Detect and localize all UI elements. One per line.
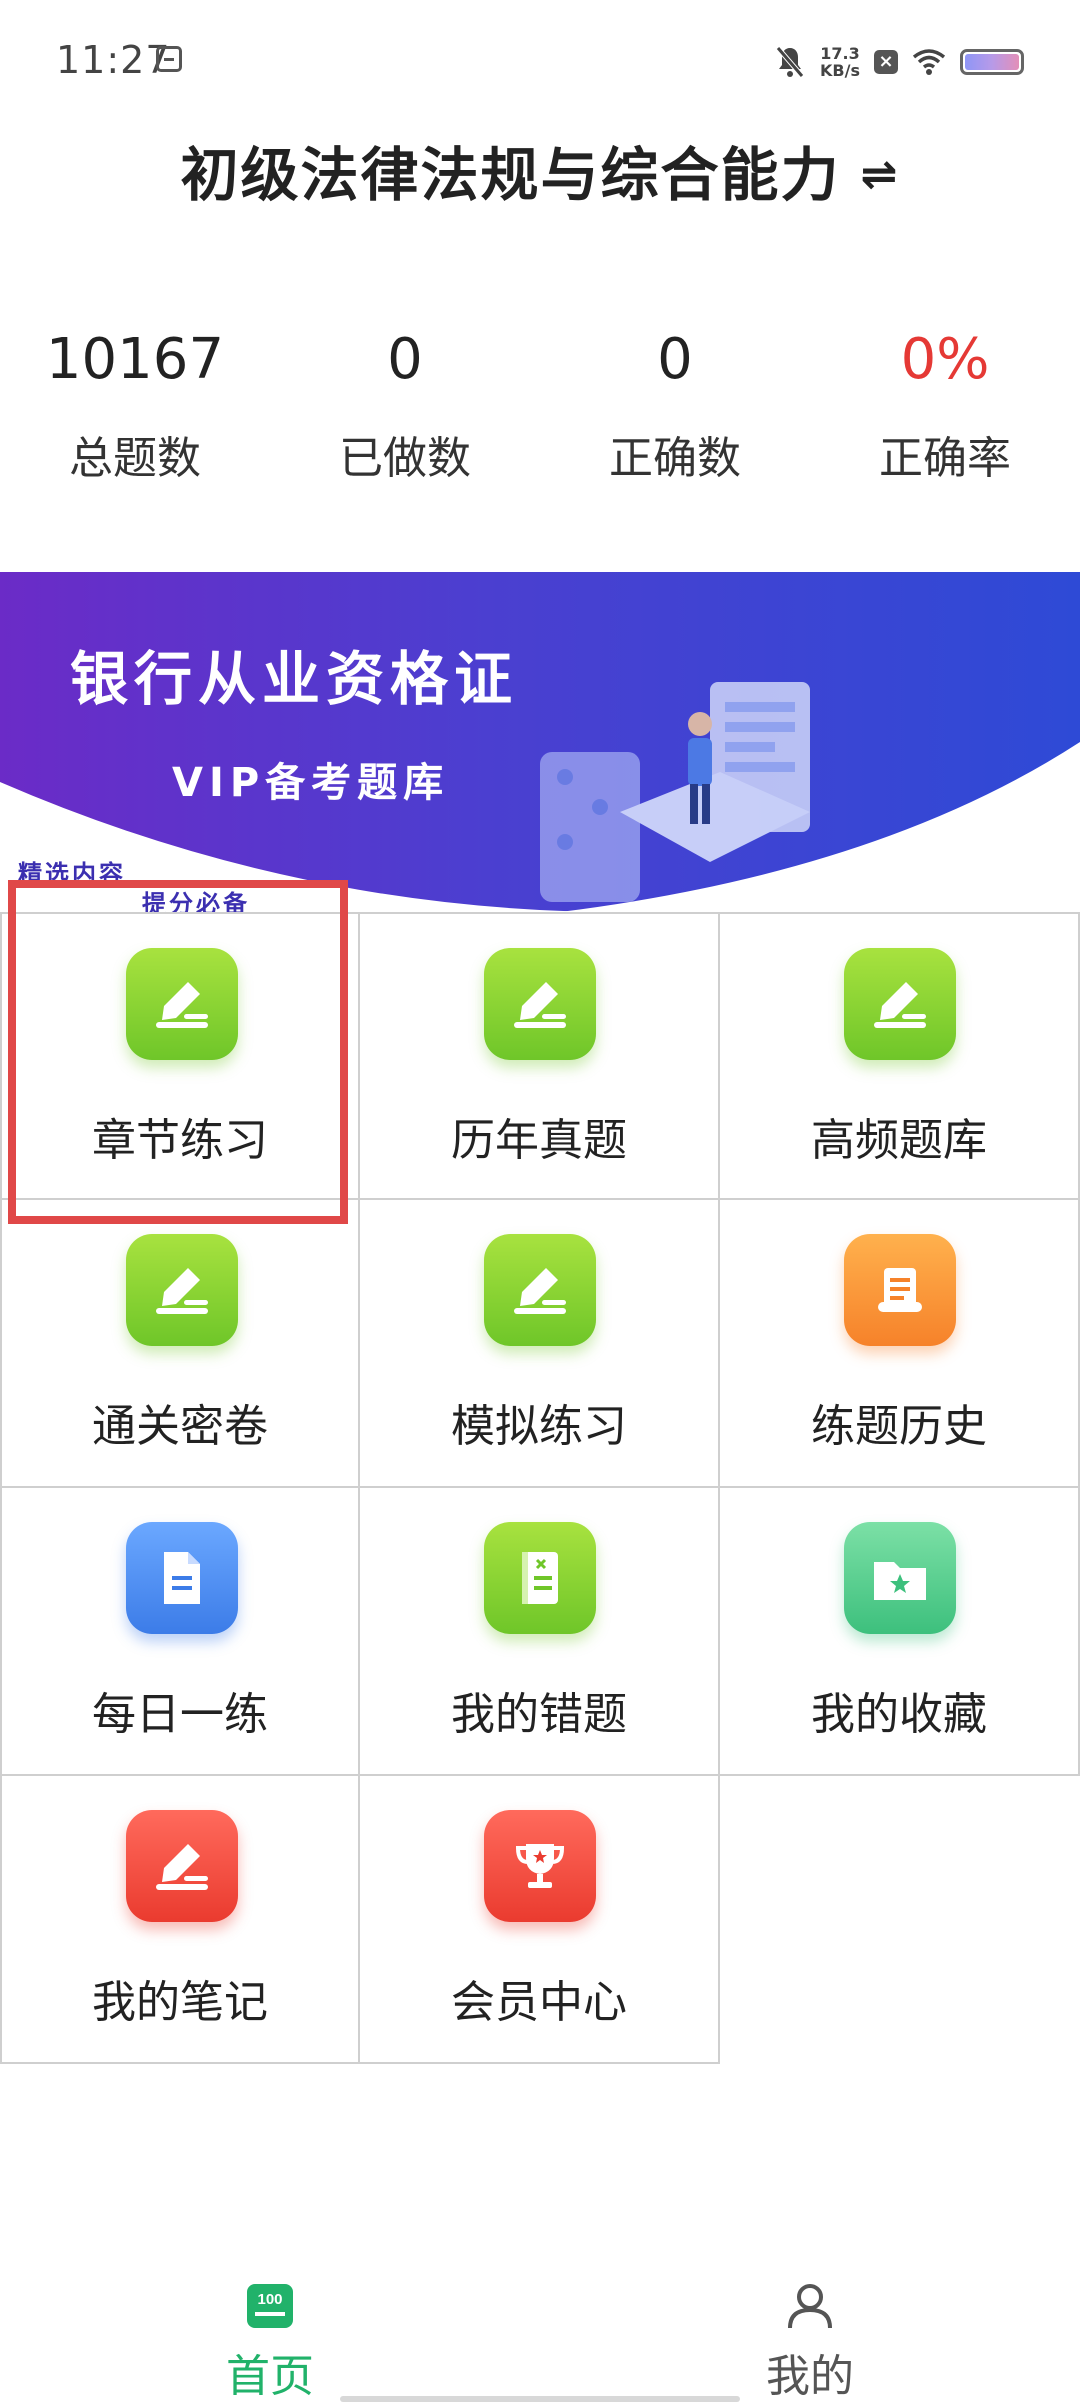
grid-item-label: 通关密卷 [92,1401,268,1452]
grid-item-daily-practice[interactable]: 每日一练 [0,1488,360,1776]
nav-home-label: 首页 [226,2351,314,2402]
network-speed-unit: KB/s [820,61,860,80]
pencil-icon [484,1234,596,1346]
stat-rate: 0% 正确率 [810,320,1080,486]
home-badge: 100 [257,2291,282,2308]
grid-item-favorites[interactable]: 我的收藏 [720,1488,1080,1776]
document-icon [126,1522,238,1634]
stat-correct-value: 0 [657,327,693,392]
grid-item-mock-practice[interactable]: 模拟练习 [360,1200,720,1488]
grid-item-member-center[interactable]: 会员中心 [360,1776,720,2064]
grid-item-label: 每日一练 [92,1689,268,1740]
grid-item-label: 我的收藏 [811,1689,987,1740]
wifi-icon [912,49,946,75]
grid-item-pass-paper[interactable]: 通关密卷 [0,1200,360,1488]
stat-rate-value: 0% [900,327,990,392]
app-notification-icon [156,46,182,72]
stat-correct: 0 正确数 [540,320,810,486]
scroll-icon [844,1234,956,1346]
status-time: 11:27 [56,38,171,82]
grid-item-past-exams[interactable]: 历年真题 [360,912,720,1200]
notebook-icon [484,1522,596,1634]
stat-done-value: 0 [387,327,423,392]
highlight-box [8,880,348,1224]
pencil-icon [126,1810,238,1922]
banner-title: 银行从业资格证 [70,645,519,713]
banner-artwork [0,682,1080,912]
bottom-nav: 100 首页 我的 [0,2262,1080,2408]
grid-item-practice-history[interactable]: 练题历史 [720,1200,1080,1488]
grid-item-high-frequency[interactable]: 高频题库 [720,912,1080,1200]
network-speed-value: 17.3 [820,44,860,63]
stat-done-label: 已做数 [339,433,471,484]
stat-correct-label: 正确数 [609,433,741,484]
nav-mine-label: 我的 [766,2351,854,2402]
banner-subtitle: VIP备考题库 [172,760,450,806]
status-bar: 11:27 17.3 KB/s × [0,0,1080,120]
stat-total: 10167 总题数 [0,320,270,486]
pencil-icon [844,948,956,1060]
switch-subject-icon[interactable]: ⇌ [861,149,900,200]
user-icon [788,2284,832,2329]
stat-total-value: 10167 [45,327,225,392]
stat-done: 0 已做数 [270,320,540,486]
page-title: 初级法律法规与综合能力 [180,141,841,209]
pencil-icon [126,1234,238,1346]
grid-item-label: 历年真题 [451,1115,627,1166]
x-notification-icon: × [874,50,898,74]
home-indicator[interactable] [340,2396,740,2402]
subject-title-bar[interactable]: 初级法律法规与综合能力 ⇌ [0,128,1080,212]
star-folder-icon [844,1522,956,1634]
mute-bell-icon [776,46,804,78]
stat-rate-label: 正确率 [879,433,1011,484]
nav-tab-home[interactable]: 100 首页 [120,2262,420,2404]
grid-item-label: 我的错题 [451,1689,627,1740]
grid-item-label: 会员中心 [451,1977,627,2028]
grid-item-label: 高频题库 [811,1115,987,1166]
pencil-icon [484,948,596,1060]
grid-item-label: 练题历史 [811,1401,987,1452]
home-100-icon: 100 [247,2284,293,2328]
grid-item-my-notes[interactable]: 我的笔记 [0,1776,360,2064]
stats-row: 10167 总题数 0 已做数 0 正确数 0% 正确率 [0,320,1080,486]
grid-item-wrong-questions[interactable]: 我的错题 [360,1488,720,1776]
stat-total-label: 总题数 [69,433,201,484]
battery-icon [960,49,1024,75]
trophy-icon [484,1810,596,1922]
promo-banner[interactable]: 银行从业资格证 VIP备考题库 精选内容 提分必备 [0,572,1080,912]
grid-item-label: 模拟练习 [451,1401,627,1452]
status-icons: 17.3 KB/s × [774,40,1024,84]
grid-item-label: 我的笔记 [92,1977,268,2028]
nav-tab-mine[interactable]: 我的 [660,2262,960,2404]
network-speed: 17.3 KB/s [820,45,860,79]
